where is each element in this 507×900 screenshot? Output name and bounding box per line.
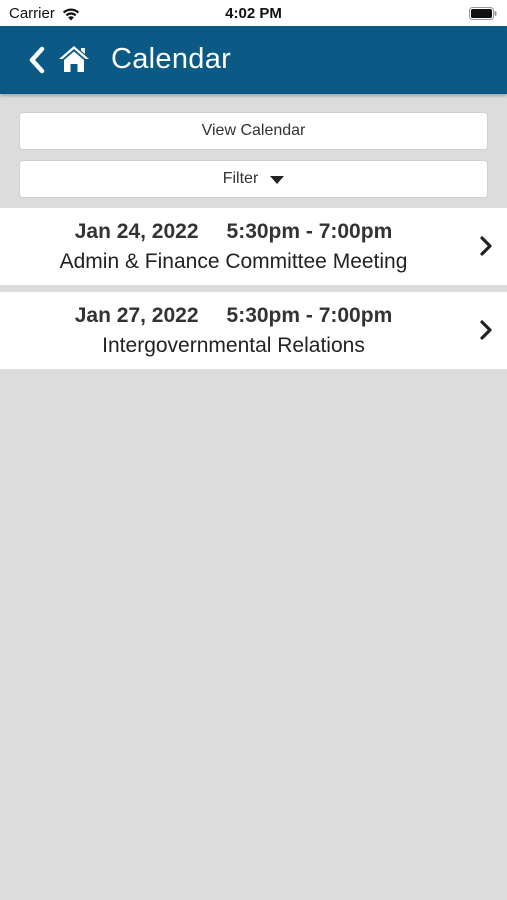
event-date: Jan 24, 2022 — [74, 220, 199, 243]
nav-bar: Calendar — [0, 26, 507, 94]
chevron-right-icon — [480, 236, 492, 256]
status-bar: Carrier 4:02 PM — [0, 0, 507, 26]
chevron-right-icon — [480, 320, 492, 340]
event-time: 5:30pm - 7:00pm — [226, 220, 393, 243]
page-title: Calendar — [111, 43, 232, 75]
list-item[interactable]: Jan 24, 2022 5:30pm - 7:00pm Admin & Fina… — [0, 208, 507, 285]
chevron-left-icon[interactable] — [26, 46, 48, 74]
event-title: Admin & Finance Committee Meeting — [59, 250, 408, 273]
view-calendar-button[interactable]: View Calendar — [19, 112, 488, 150]
event-datetime: Jan 24, 2022 5:30pm - 7:00pm — [0, 220, 467, 244]
event-time: 5:30pm - 7:00pm — [226, 304, 393, 327]
view-calendar-label: View Calendar — [201, 122, 306, 139]
event-title: Intergovernmental Relations — [102, 334, 365, 357]
caret-down-icon — [270, 176, 285, 184]
list-item[interactable]: Jan 27, 2022 5:30pm - 7:00pm Intergovernm… — [0, 292, 507, 369]
event-datetime: Jan 27, 2022 5:30pm - 7:00pm — [0, 304, 467, 328]
filter-button[interactable]: Filter — [19, 160, 488, 198]
battery-icon — [469, 7, 497, 20]
status-time: 4:02 PM — [225, 5, 282, 22]
filter-label: Filter — [222, 170, 259, 187]
home-icon[interactable] — [57, 44, 91, 74]
event-date: Jan 27, 2022 — [74, 304, 199, 327]
